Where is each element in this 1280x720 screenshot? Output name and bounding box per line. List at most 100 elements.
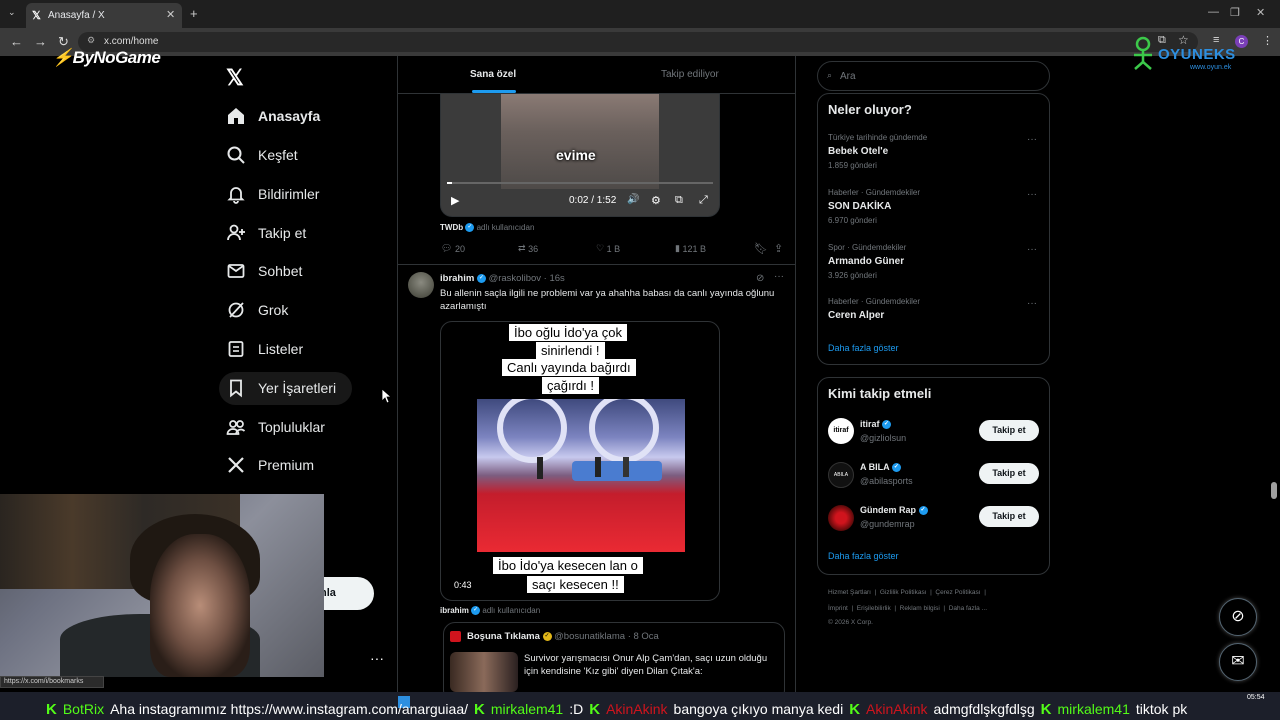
views-button[interactable]: ▮ 121 B	[675, 243, 706, 254]
back-icon[interactable]: ←	[10, 34, 23, 49]
address-bar[interactable]: ⚙ x.com/home	[78, 32, 1198, 52]
quote-text: Survivor yarışmacısı Onur Alp Çam'dan, s…	[524, 653, 768, 677]
share-icon[interactable]: ⇪	[774, 242, 783, 255]
footer-link[interactable]: Gizlilik Politikası	[880, 589, 927, 596]
settings-icon[interactable]: ⚙	[651, 194, 661, 207]
footer-link[interactable]: Hizmet Şartları	[828, 589, 871, 596]
trend-more-icon[interactable]: ···	[1027, 189, 1037, 200]
avatar[interactable]: itiraf	[828, 418, 854, 444]
sidebar-item-lists[interactable]: Listeler	[226, 337, 303, 361]
sidebar-item-home[interactable]: Anasayfa	[226, 104, 320, 128]
reply-button[interactable]: 💬︎ 20	[441, 243, 465, 254]
views-icon: ▮	[675, 243, 680, 253]
trend-more-icon[interactable]: ···	[1027, 298, 1037, 309]
sidebar-item-communities[interactable]: Topluluklar	[226, 415, 325, 439]
trends-title: Neler oluyor?	[828, 102, 912, 117]
verified-badge-icon: ✓	[882, 420, 892, 430]
bookmark-post-icon[interactable]: 🔖︎	[754, 242, 768, 255]
trend-item[interactable]: Türkiye tarihinde gündemde Bebek Otel'e …	[828, 133, 927, 170]
new-tab-icon[interactable]: +	[190, 6, 198, 21]
sidebar-item-premium[interactable]: Premium	[226, 453, 314, 477]
avatar[interactable]	[828, 505, 854, 531]
quoted-post[interactable]: Boşuna Tıklama ✓ @bosunatiklama · 8 Oca …	[443, 622, 785, 702]
trends-show-more-link[interactable]: Daha fazla göster	[828, 343, 899, 353]
grok-explain-icon[interactable]: ⊘	[756, 273, 764, 284]
author-name[interactable]: ibrahim	[440, 273, 474, 284]
post-more-icon[interactable]: ···	[774, 271, 784, 282]
volume-icon[interactable]: 🔊	[627, 194, 639, 205]
sidebar-item-follow[interactable]: Takip et	[226, 221, 306, 245]
site-info-icon[interactable]: ⚙	[87, 35, 95, 46]
sidebar-item-messages[interactable]: Sohbet	[226, 259, 302, 283]
profile-icon[interactable]: C	[1235, 35, 1248, 48]
repost-button[interactable]: ⇄ 36	[518, 243, 538, 254]
grok-fab-icon[interactable]: ⊘	[1219, 598, 1257, 636]
video-progress-bar[interactable]	[447, 182, 713, 184]
footer-link[interactable]: Reklam bilgisi	[900, 605, 940, 612]
sidebar-item-bookmarks[interactable]: Yer İşaretleri	[226, 376, 336, 400]
tab-for-you[interactable]: Sana özel	[470, 69, 516, 80]
footer-link[interactable]: İmprint	[828, 605, 848, 612]
source-name[interactable]: TWDb	[440, 223, 463, 232]
account-more-icon[interactable]: ···	[370, 650, 384, 666]
trend-item[interactable]: Spor · Gündemdekiler Armando Güner 3.926…	[828, 243, 906, 280]
source-name[interactable]: ibrahim	[440, 606, 469, 615]
follow-suggestion[interactable]: itiraf ✓ @gizliolsun	[860, 419, 906, 443]
like-count: 1 B	[606, 243, 621, 254]
search-icon: ⌕	[827, 70, 833, 80]
footer-link[interactable]: Daha fazla ...	[949, 605, 987, 612]
search-icon	[227, 146, 245, 164]
post-time[interactable]: 16s	[549, 273, 564, 284]
gold-verified-badge-icon: ✓	[542, 631, 552, 641]
reading-list-icon[interactable]: ≡	[1213, 34, 1219, 46]
x-home-logo-icon[interactable]: 𝕏	[226, 65, 244, 91]
menu-icon[interactable]: ⋮	[1262, 34, 1273, 47]
follow-show-more-link[interactable]: Daha fazla göster	[828, 551, 899, 561]
tab-following[interactable]: Takip ediliyor	[661, 69, 719, 80]
trend-item[interactable]: Haberler · Gündemdekiler Ceren Alper	[828, 297, 920, 321]
post1-video[interactable]: evime ▶ 0:02 / 1:52 🔊 ⚙ ⧉ ⤢	[440, 94, 720, 217]
avatar[interactable]	[408, 272, 434, 298]
avatar[interactable]: ABILA	[828, 462, 854, 488]
grok-icon	[228, 302, 244, 318]
restore-icon[interactable]: ❐	[1230, 6, 1240, 19]
pip-icon[interactable]: ⧉	[675, 194, 683, 207]
tab-list-icon[interactable]: ⌄	[8, 7, 16, 18]
trend-more-icon[interactable]: ···	[1027, 134, 1037, 145]
messages-fab-icon[interactable]: ✉	[1219, 643, 1257, 681]
footer-link[interactable]: Erişilebilirlik	[857, 605, 891, 612]
follow-suggestion[interactable]: A BILA ✓ @abilasports	[860, 462, 913, 486]
sidebar-item-notifications[interactable]: Bildirimler	[226, 182, 319, 206]
browser-tab[interactable]: 𝕏 Anasayfa / X ✕	[26, 3, 182, 28]
trend-name: Bebek Otel'e	[828, 146, 889, 157]
like-button[interactable]: ♡ 1 B	[596, 243, 620, 254]
verified-badge-icon: ✓	[476, 273, 486, 283]
trend-more-icon[interactable]: ···	[1027, 244, 1037, 255]
star-icon[interactable]: ☆	[1178, 33, 1189, 47]
sidebar-item-explore[interactable]: Keşfet	[226, 143, 298, 167]
minimize-icon[interactable]: —	[1208, 6, 1219, 18]
window-close-icon[interactable]: ✕	[1256, 6, 1265, 19]
post2-video[interactable]: İbo oğlu İdo'ya çok sinirlendi ! Canlı y…	[440, 321, 720, 601]
author-handle[interactable]: @raskolibov	[489, 273, 541, 284]
footer-link[interactable]: Çerez Politikası	[935, 589, 980, 596]
follow-suggestion[interactable]: Gündem Rap ✓ @gundemrap	[860, 505, 928, 529]
chat-message: tiktok pk	[1135, 701, 1188, 717]
follow-button[interactable]: Takip et	[979, 506, 1039, 527]
trend-item[interactable]: Haberler · Gündemdekiler SON DAKİKA 6.97…	[828, 188, 920, 225]
caption-line: İbo oğlu İdo'ya çok	[509, 324, 627, 341]
sidebar-item-label: Anasayfa	[258, 108, 321, 124]
search-input[interactable]: ⌕ Ara	[817, 61, 1050, 91]
fullscreen-icon[interactable]: ⤢	[699, 194, 708, 207]
play-icon[interactable]: ▶	[451, 194, 459, 207]
trend-count: 1.859 gönderi	[828, 161, 877, 170]
chat-username: mirkalem41	[490, 701, 564, 717]
sidebar-item-label: Yer İşaretleri	[258, 380, 337, 396]
page-scrollbar[interactable]	[1271, 482, 1277, 499]
follow-button[interactable]: Takip et	[979, 463, 1039, 484]
follow-button[interactable]: Takip et	[979, 420, 1039, 441]
sidebar-item-grok[interactable]: Grok	[226, 298, 288, 322]
forward-icon[interactable]: →	[34, 34, 47, 49]
caption-line: saçı kesecen !!	[527, 576, 624, 593]
tab-close-icon[interactable]: ✕	[166, 8, 175, 21]
